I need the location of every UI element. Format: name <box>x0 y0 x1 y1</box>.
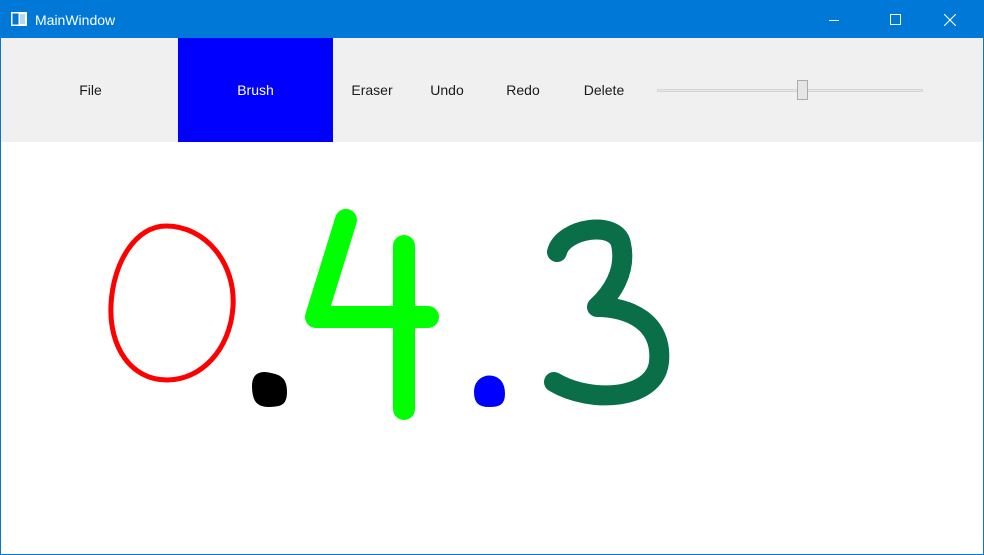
eraser-button-label: Eraser <box>351 82 393 98</box>
toolbar: File Brush Eraser Undo Redo Delete <box>1 38 983 142</box>
undo-button[interactable]: Undo <box>421 38 473 142</box>
drawing-surface <box>108 209 670 420</box>
maximize-button[interactable] <box>872 1 918 38</box>
stroke-zero <box>108 223 236 383</box>
slider-thumb[interactable] <box>797 80 808 100</box>
stroke-dot-blue <box>474 375 505 407</box>
window-app-icon <box>11 12 27 26</box>
maximize-icon <box>889 14 901 25</box>
title-bar[interactable]: MainWindow <box>1 1 983 38</box>
eraser-button[interactable]: Eraser <box>341 38 403 142</box>
minimize-icon <box>829 15 839 25</box>
close-icon <box>944 13 956 26</box>
main-window: MainWindow File Brush Eraser Undo Redo D… <box>0 0 984 555</box>
stroke-three <box>544 219 670 406</box>
brush-button-label: Brush <box>237 82 274 98</box>
slider-track[interactable] <box>657 89 923 92</box>
redo-button-label: Redo <box>506 82 540 98</box>
stroke-dot-black <box>252 372 287 407</box>
brush-button[interactable]: Brush <box>178 38 333 142</box>
close-button[interactable] <box>927 1 973 38</box>
brush-size-slider[interactable] <box>657 38 923 142</box>
window-title: MainWindow <box>35 12 116 28</box>
delete-button-label: Delete <box>583 82 625 98</box>
drawing-canvas[interactable] <box>1 142 983 554</box>
undo-button-label: Undo <box>430 82 464 98</box>
minimize-button[interactable] <box>811 1 857 38</box>
file-button-label: File <box>79 82 102 98</box>
delete-button[interactable]: Delete <box>573 38 635 142</box>
redo-button[interactable]: Redo <box>497 38 549 142</box>
stroke-four <box>305 209 439 420</box>
file-button[interactable]: File <box>3 38 178 142</box>
